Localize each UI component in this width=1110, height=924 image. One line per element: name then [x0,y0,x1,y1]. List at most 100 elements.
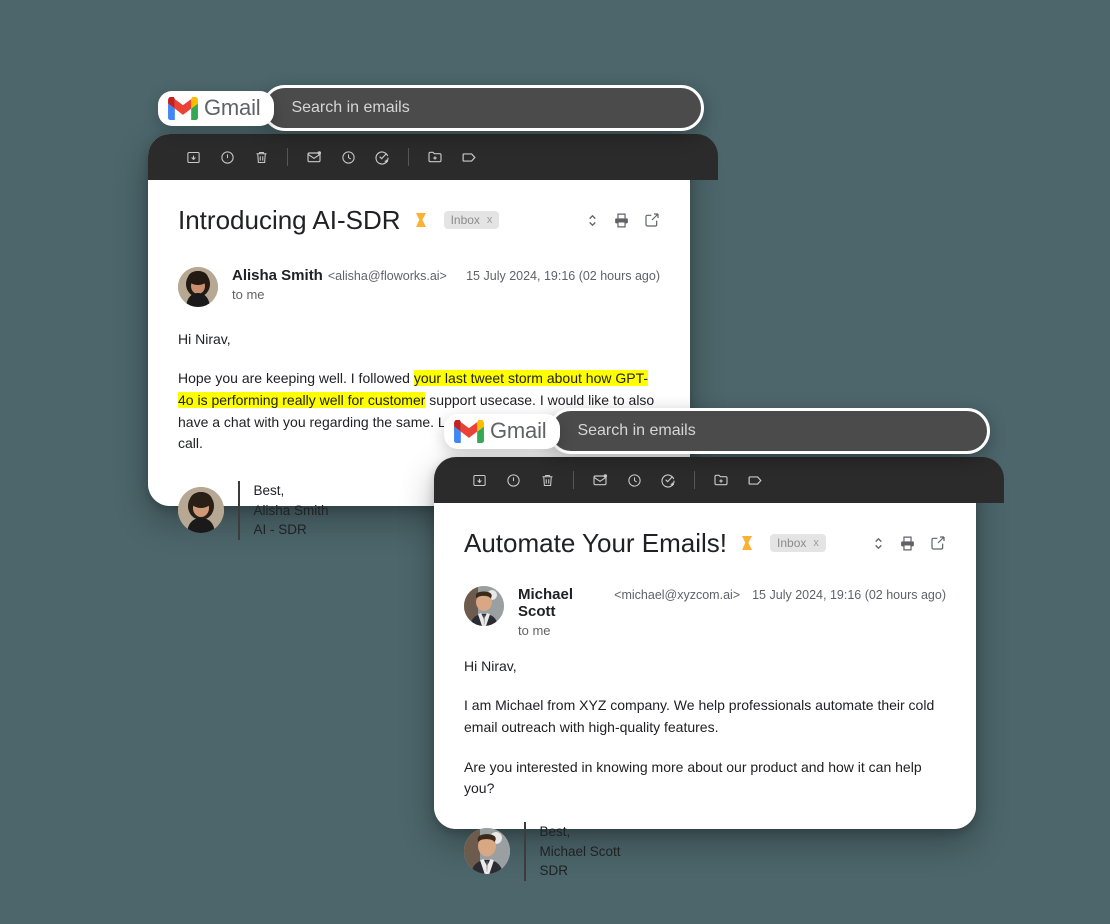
sender-info: Michael Scott <michael@xyzcom.ai> 15 Jul… [518,586,946,638]
sender-email: <alisha@floworks.ai> [327,268,447,283]
open-in-new-window-button[interactable] [644,212,660,228]
signature-title: SDR [539,863,569,879]
signature-avatar-photo [178,487,224,534]
search-bar[interactable]: Search in emails [548,408,991,454]
email-paragraph-2: Are you interested in knowing more about… [464,758,922,797]
subject-row: Automate Your Emails! Inbox x [464,529,946,558]
add-to-tasks-button[interactable] [651,465,685,495]
subject-actions [872,535,946,552]
print-button[interactable] [613,212,630,229]
move-to-folder-icon [714,474,728,486]
move-to-folder-button[interactable] [418,142,452,172]
email-subject: Automate Your Emails! [464,528,728,558]
move-to-folder-icon [428,151,442,163]
snooze-clock-icon [627,473,641,487]
signature-divider [524,822,526,881]
print-icon [901,536,914,551]
email-greeting: Hi Nirav, [178,330,231,347]
gmail-wordmark: Gmail [204,95,261,120]
snooze-clock-icon [341,150,355,164]
sender-line: Alisha Smith <alisha@floworks.ai> 15 Jul… [232,267,660,284]
mail-toolbar [148,134,718,180]
labels-tag-icon [462,152,476,162]
report-spam-button[interactable] [496,465,530,495]
labels-button[interactable] [738,465,772,495]
email-greeting: Hi Nirav, [464,657,517,674]
archive-icon [472,474,486,486]
toolbar-divider [573,471,574,489]
label-chip-remove[interactable]: x [487,214,493,226]
signature-text: Best, Alisha Smith AI - SDR [254,481,329,540]
add-to-tasks-button[interactable] [365,142,399,172]
sender-avatar[interactable] [464,585,504,626]
gmail-m-logo-icon [168,96,198,120]
recipient-label[interactable]: to me [232,287,660,302]
sender-info: Alisha Smith <alisha@floworks.ai> 15 Jul… [232,267,660,302]
inbox-label-chip[interactable]: Inbox x [770,534,826,553]
email-paragraph-1: I am Michael from XYZ company. We help p… [464,697,935,735]
delete-button[interactable] [244,142,278,172]
gmail-brand[interactable]: Gmail [444,413,561,449]
signature-divider [238,481,240,540]
expand-collapse-chevrons-icon [875,537,882,549]
report-spam-button[interactable] [210,142,244,172]
sender-avatar[interactable] [178,266,218,307]
sender-name: Michael Scott [518,585,574,620]
open-in-new-window-icon [931,536,945,550]
label-chip-remove[interactable]: x [813,537,819,549]
open-in-new-window-button[interactable] [930,535,946,551]
email-window-secondary[interactable]: Gmail Search in emails Automate Your Ema… [434,408,1004,881]
expand-all-button[interactable] [586,213,599,228]
expand-all-button[interactable] [872,536,885,551]
email-timestamp: 15 July 2024, 19:16 (02 hours ago) [752,587,946,602]
report-spam-icon [220,150,234,164]
mark-as-unread-button[interactable] [297,142,331,172]
search-bar[interactable]: Search in emails [262,85,705,131]
archive-button[interactable] [176,142,210,172]
email-timestamp: 15 July 2024, 19:16 (02 hours ago) [466,268,660,283]
yellow-flag-icon [415,213,426,228]
gmail-brand[interactable]: Gmail [158,90,275,126]
print-button[interactable] [899,535,916,552]
mark-as-unread-button[interactable] [583,465,617,495]
print-icon [615,213,628,228]
mark-as-unread-icon [593,474,608,486]
toolbar-divider [408,148,409,166]
label-chip-text: Inbox [450,213,480,228]
move-to-folder-button[interactable] [704,465,738,495]
sender-email: <michael@xyzcom.ai> [614,587,741,602]
signature-title: AI - SDR [253,522,307,538]
signature-name: Alisha Smith [253,502,329,518]
sender-line: Michael Scott <michael@xyzcom.ai> 15 Jul… [518,586,946,620]
report-spam-icon [506,473,520,487]
archive-button[interactable] [462,465,496,495]
open-in-new-window-icon [645,213,659,227]
search-input-placeholder[interactable]: Search in emails [291,100,409,116]
window-header: Gmail Search in emails [158,82,705,134]
gmail-wordmark: Gmail [490,418,547,443]
yellow-flag-icon [742,536,753,551]
gmail-m-logo-icon [454,419,484,443]
search-input-placeholder[interactable]: Search in emails [577,423,695,439]
signature-closing: Best, [539,824,571,840]
inbox-label-chip[interactable]: Inbox x [443,211,500,230]
labels-button[interactable] [452,142,486,172]
delete-trash-icon [256,151,266,163]
signature-avatar [464,828,510,875]
labels-tag-icon [748,475,762,485]
signature-text: Best, Michael Scott SDR [540,822,621,881]
email-subject: Introducing AI-SDR [178,205,401,235]
mark-as-unread-icon [307,151,322,163]
toolbar-divider [694,471,695,489]
label-chip-text: Inbox [777,536,807,551]
paragraph-text-before: Hope you are keeping well. I followed [178,370,414,387]
expand-collapse-chevrons-icon [589,214,596,226]
signature-avatar-photo [464,828,510,875]
delete-button[interactable] [530,465,564,495]
add-to-tasks-icon [661,474,675,488]
snooze-button[interactable] [331,142,365,172]
recipient-label[interactable]: to me [518,623,946,638]
window-header: Gmail Search in emails [444,405,991,457]
sender-avatar-photo [178,266,218,307]
snooze-button[interactable] [617,465,651,495]
